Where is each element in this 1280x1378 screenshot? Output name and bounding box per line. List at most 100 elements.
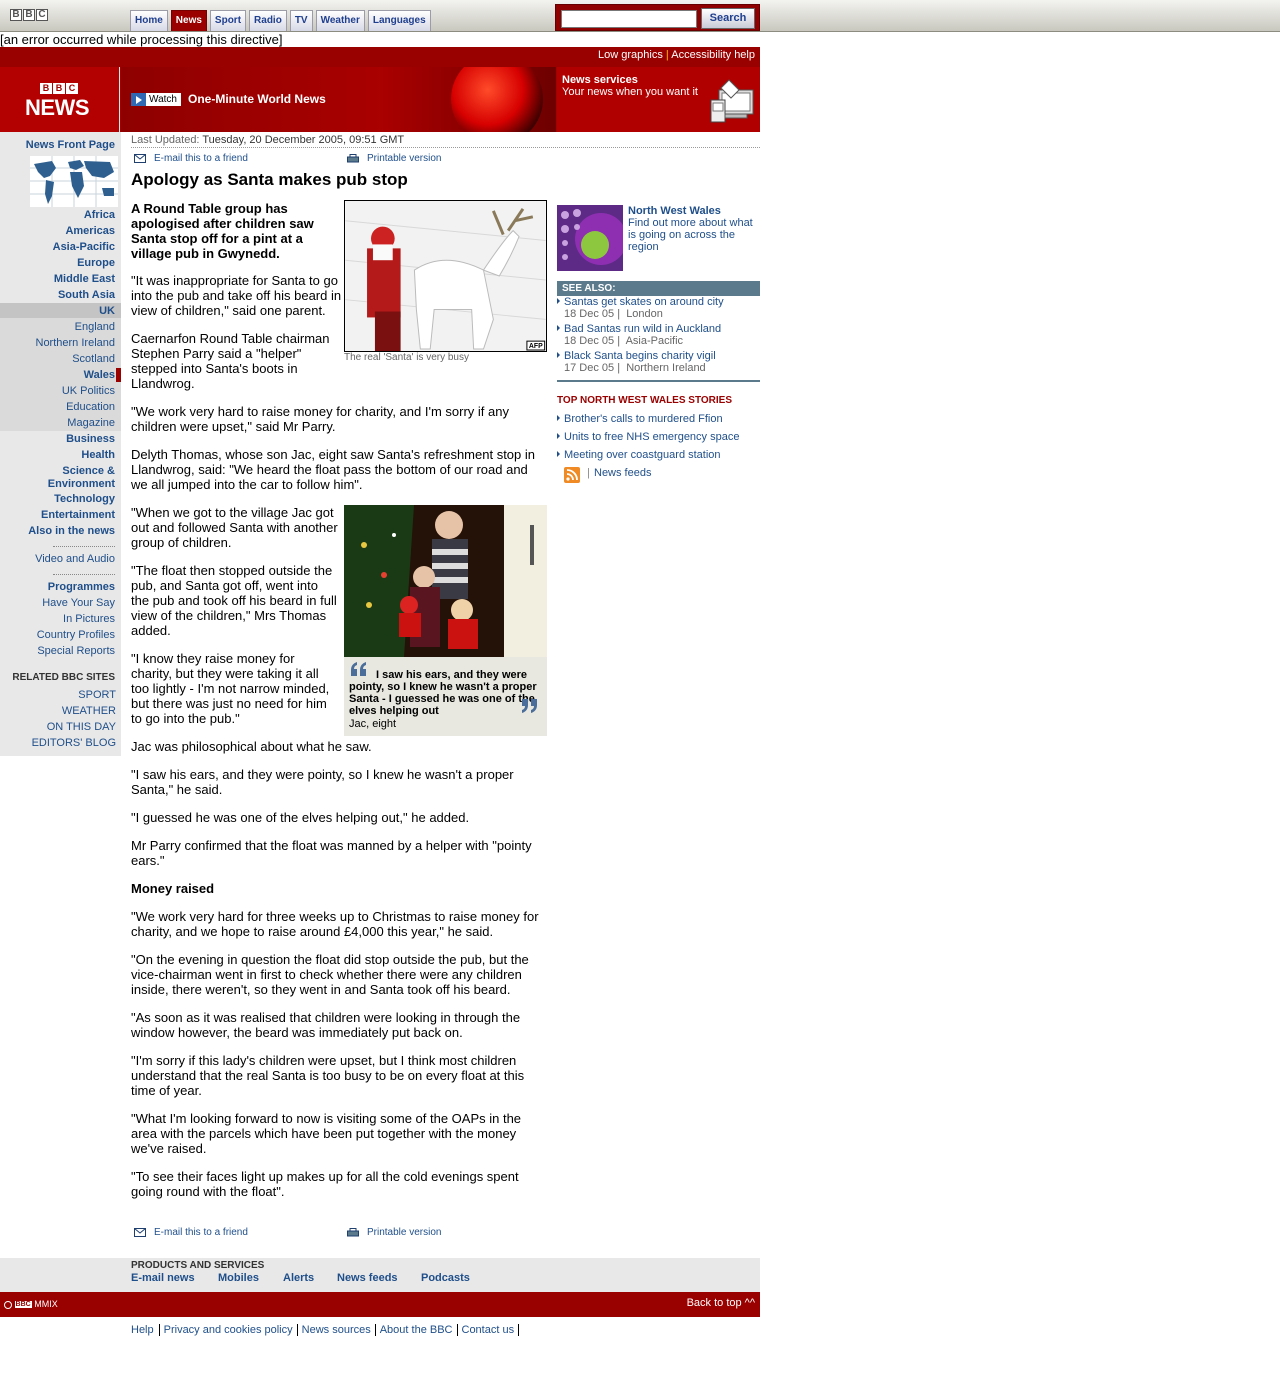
article-paragraph: Mr Parry confirmed that the float was ma… bbox=[131, 838, 532, 868]
search-input[interactable] bbox=[561, 10, 697, 28]
footer-contact-link[interactable]: Contact us bbox=[458, 1324, 520, 1336]
tab-sport[interactable]: Sport bbox=[209, 10, 247, 31]
nav-entertainment[interactable]: Entertainment bbox=[41, 509, 115, 522]
main-nav-tabs: Home News Sport Radio TV Weather Languag… bbox=[130, 10, 431, 31]
see-also-item[interactable]: Santas get skates on around city 18 Dec … bbox=[557, 296, 760, 320]
nav-also-in-the-news[interactable]: Also in the news bbox=[28, 525, 115, 538]
email-friend-link-top[interactable]: E-mail this to a friend bbox=[134, 153, 248, 164]
santa-reindeer-photo: AFP bbox=[344, 200, 547, 352]
news-feeds-link[interactable]: News feeds bbox=[594, 467, 651, 479]
tab-languages[interactable]: Languages bbox=[367, 10, 431, 31]
footer-news-sources-link[interactable]: News sources bbox=[298, 1324, 376, 1336]
back-to-top-link[interactable]: Back to top ^^ bbox=[687, 1297, 755, 1309]
top-stories-heading: TOP NORTH WEST WALES STORIES bbox=[557, 395, 733, 406]
region-promo-text[interactable]: Find out more about what is going on acr… bbox=[628, 217, 760, 253]
nav-americas[interactable]: Americas bbox=[65, 225, 115, 238]
low-graphics-link[interactable]: Low graphics bbox=[598, 49, 663, 61]
tab-tv[interactable]: TV bbox=[289, 10, 313, 31]
footer-links: Help Privacy and cookies policy News sou… bbox=[131, 1324, 520, 1336]
article-headline: Apology as Santa makes pub stop bbox=[131, 170, 408, 189]
product-news-feeds[interactable]: News feeds bbox=[337, 1272, 398, 1284]
article-paragraph: "When we got to the village Jac got out … bbox=[131, 505, 338, 550]
product-podcasts[interactable]: Podcasts bbox=[421, 1272, 470, 1284]
bbc-news-logo[interactable]: BBC NEWS bbox=[0, 67, 120, 132]
nav-uk-politics[interactable]: UK Politics bbox=[62, 385, 115, 398]
related-on-this-day[interactable]: ON THIS DAY bbox=[47, 721, 116, 733]
footer-privacy-link[interactable]: Privacy and cookies policy bbox=[160, 1324, 298, 1336]
top-story-link[interactable]: Units to free NHS emergency space bbox=[557, 431, 739, 443]
article-paragraph: Delyth Thomas, whose son Jac, eight saw … bbox=[131, 447, 535, 492]
see-also-title[interactable]: Bad Santas run wild in Auckland bbox=[557, 323, 760, 335]
watch-title[interactable]: One-Minute World News bbox=[188, 92, 326, 106]
nav-asia-pacific[interactable]: Asia-Pacific bbox=[53, 241, 115, 254]
see-also-heading: SEE ALSO: bbox=[557, 281, 760, 296]
see-also-item[interactable]: Bad Santas run wild in Auckland 18 Dec 0… bbox=[557, 323, 760, 347]
region-promo-title[interactable]: North West Wales bbox=[628, 205, 721, 217]
see-also-title[interactable]: Black Santa begins charity vigil bbox=[557, 350, 760, 362]
footer-help-link[interactable]: Help bbox=[131, 1324, 160, 1336]
nav-science-environment[interactable]: Science & Environment bbox=[35, 465, 115, 491]
nav-divider bbox=[53, 546, 115, 547]
copyright-year: MMIX bbox=[34, 1299, 58, 1309]
related-weather[interactable]: WEATHER bbox=[62, 705, 116, 717]
search-button[interactable]: Search bbox=[701, 8, 755, 29]
nav-europe[interactable]: Europe bbox=[77, 257, 115, 270]
nav-in-pictures[interactable]: In Pictures bbox=[63, 613, 115, 626]
related-sport[interactable]: SPORT bbox=[78, 689, 116, 701]
nav-health[interactable]: Health bbox=[81, 449, 115, 462]
article-paragraph: "It was inappropriate for Santa to go in… bbox=[131, 273, 342, 318]
nav-business[interactable]: Business bbox=[66, 433, 115, 446]
article-paragraph: "To see their faces light up makes up fo… bbox=[131, 1169, 519, 1199]
nav-wales[interactable]: Wales bbox=[84, 369, 115, 382]
nav-middle-east[interactable]: Middle East bbox=[54, 273, 115, 286]
tab-radio[interactable]: Radio bbox=[249, 10, 287, 31]
accessibility-help-link[interactable]: Accessibility help bbox=[671, 49, 755, 61]
see-also-divider bbox=[557, 380, 760, 382]
printable-version-link-bottom[interactable]: Printable version bbox=[347, 1227, 441, 1238]
copyright: BBC MMIX bbox=[4, 1299, 58, 1309]
watch-promo[interactable]: Watch One-Minute World News bbox=[121, 67, 556, 132]
top-story-link[interactable]: Meeting over coastguard station bbox=[557, 449, 721, 461]
printable-version-link-top[interactable]: Printable version bbox=[347, 153, 441, 164]
nav-northern-ireland[interactable]: Northern Ireland bbox=[36, 337, 116, 350]
nav-news-front-page[interactable]: News Front Page bbox=[26, 139, 115, 152]
region-promo[interactable]: North West Wales Find out more about wha… bbox=[557, 205, 760, 271]
nav-south-asia[interactable]: South Asia bbox=[58, 289, 115, 302]
tab-home[interactable]: Home bbox=[130, 10, 168, 31]
products-heading: PRODUCTS AND SERVICES bbox=[131, 1260, 265, 1271]
footer-about-link[interactable]: About the BBC bbox=[376, 1324, 458, 1336]
tab-weather[interactable]: Weather bbox=[315, 10, 365, 31]
nav-technology[interactable]: Technology bbox=[54, 493, 115, 506]
see-also-title[interactable]: Santas get skates on around city bbox=[557, 296, 760, 308]
watch-button[interactable]: Watch bbox=[131, 93, 181, 106]
left-navigation: News Front Page Africa Americas Asia-Pac… bbox=[0, 132, 121, 756]
product-email-news[interactable]: E-mail news bbox=[131, 1272, 195, 1284]
masthead: BBC NEWS Watch One-Minute World News New… bbox=[0, 67, 760, 132]
rss-feed-icon[interactable] bbox=[564, 467, 580, 483]
email-friend-link-bottom[interactable]: E-mail this to a friend bbox=[134, 1227, 248, 1238]
nav-uk[interactable]: UK bbox=[99, 305, 115, 318]
last-updated: Last Updated: Tuesday, 20 December 2005,… bbox=[131, 134, 760, 148]
news-services-promo[interactable]: News services Your news when you want it bbox=[557, 67, 760, 132]
nav-magazine[interactable]: Magazine bbox=[67, 417, 115, 430]
see-also-item[interactable]: Black Santa begins charity vigil 17 Dec … bbox=[557, 350, 760, 374]
nav-have-your-say[interactable]: Have Your Say bbox=[42, 597, 115, 610]
nav-video-and-audio[interactable]: Video and Audio bbox=[35, 553, 115, 566]
world-map-icon[interactable] bbox=[30, 156, 118, 207]
top-story-link[interactable]: Brother's calls to murdered Ffion bbox=[557, 413, 723, 425]
see-also-meta: 17 Dec 05 | Northern Ireland bbox=[564, 362, 706, 374]
article-paragraph: Caernarfon Round Table chairman Stephen … bbox=[131, 331, 330, 391]
nav-country-profiles[interactable]: Country Profiles bbox=[37, 629, 115, 642]
nav-england[interactable]: England bbox=[75, 321, 115, 334]
product-alerts[interactable]: Alerts bbox=[283, 1272, 314, 1284]
nav-africa[interactable]: Africa bbox=[84, 209, 115, 222]
tab-news[interactable]: News bbox=[170, 10, 207, 31]
see-also-meta: 18 Dec 05 | London bbox=[564, 308, 663, 320]
nav-programmes[interactable]: Programmes bbox=[48, 581, 115, 594]
nav-scotland[interactable]: Scotland bbox=[72, 353, 115, 366]
product-mobiles[interactable]: Mobiles bbox=[218, 1272, 259, 1284]
related-editors-blog[interactable]: EDITORS' BLOG bbox=[32, 737, 116, 749]
nav-special-reports[interactable]: Special Reports bbox=[37, 645, 115, 658]
nav-education[interactable]: Education bbox=[66, 401, 115, 414]
bbc-logo[interactable]: BBC bbox=[10, 9, 48, 21]
